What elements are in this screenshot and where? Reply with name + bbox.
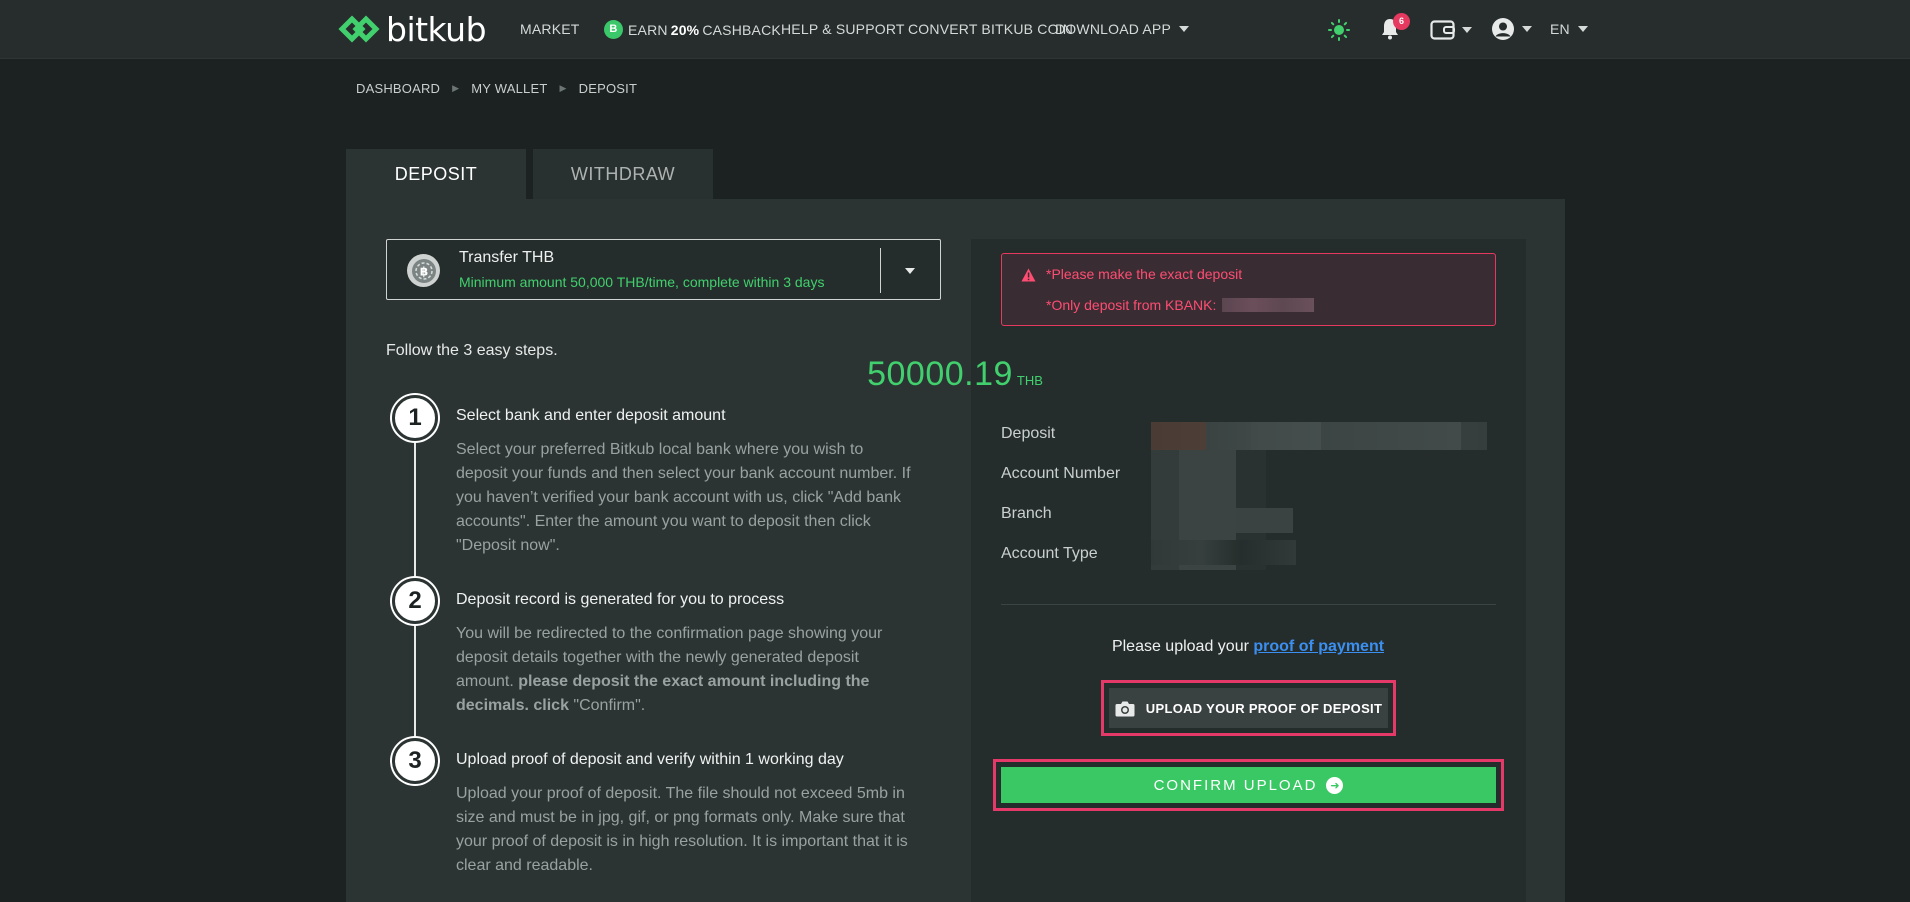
step-number-3: 3: [392, 738, 438, 784]
brand-name: bitkub: [386, 9, 487, 49]
earn-prefix: EARN: [628, 21, 668, 38]
language-selector[interactable]: EN: [1550, 21, 1588, 37]
breadcrumb-deposit: DEPOSIT: [578, 81, 638, 96]
language-label: EN: [1550, 21, 1570, 37]
arrow-right-circle-icon: ➜: [1326, 776, 1344, 794]
alert-kbank-text: *Only deposit from KBANK:: [1046, 297, 1217, 313]
bitkub-logo[interactable]: bitkub: [338, 9, 487, 49]
theme-toggle[interactable]: [1328, 19, 1350, 41]
upload-prompt: Please upload your proof of payment: [0, 638, 1910, 656]
tab-deposit[interactable]: DEPOSIT: [346, 149, 526, 199]
chevron-down-icon: [1577, 26, 1588, 32]
user-avatar-icon: [1492, 18, 1514, 40]
nav-convert-bitkub-coin[interactable]: CONVERT BITKUB COIN: [908, 21, 1073, 37]
branch-label: Branch: [1001, 505, 1052, 522]
account-number-label: Account Number: [1001, 465, 1121, 482]
top-navbar: bitkub MARKET B EARN 20% CASHBACK HELP &…: [0, 0, 1910, 59]
step-desc-1: Select your preferred Bitkub local bank …: [456, 441, 911, 554]
deposit-label: Deposit: [1001, 425, 1056, 442]
thb-coin-icon: ฿: [407, 254, 440, 287]
method-title: Transfer THB: [459, 249, 555, 266]
sun-icon: [1328, 19, 1350, 41]
upload-prompt-text: Please upload your: [1111, 638, 1249, 655]
deposit-warning-alert: *Please make the exact deposit *Only dep…: [1001, 253, 1496, 326]
tab-withdraw[interactable]: WITHDRAW: [533, 149, 713, 199]
wallet-icon: [1430, 20, 1455, 40]
step-title-2: Deposit record is generated for you to p…: [456, 591, 785, 608]
warning-icon: [1021, 268, 1036, 282]
deposit-amount: 50000.19 THB: [0, 355, 1910, 394]
earn-suffix: CASHBACK: [702, 21, 781, 38]
alert-line-kbank: *Only deposit from KBANK:: [1046, 297, 1315, 313]
chevron-down-icon: [1178, 26, 1189, 32]
confirm-highlight: CONFIRM UPLOAD ➜: [993, 759, 1504, 811]
deposit-method-select[interactable]: ฿ Transfer THB Minimum amount 50,000 THB…: [386, 239, 941, 300]
amount-unit: THB: [1016, 373, 1043, 388]
step-title-3: Upload proof of deposit and verify withi…: [456, 751, 844, 768]
nav-download-app[interactable]: DOWNLOAD APP: [1055, 21, 1189, 37]
nav-earn-cashback[interactable]: B EARN 20% CASHBACK: [604, 20, 781, 39]
alert-line-exact: *Please make the exact deposit: [1046, 266, 1243, 282]
redacted-deposit-value: [1151, 422, 1487, 450]
account-type-label: Account Type: [1001, 545, 1098, 562]
breadcrumb-dashboard[interactable]: DASHBOARD: [356, 81, 440, 96]
redacted-branch-value: [1236, 508, 1293, 533]
upload-button-label: UPLOAD YOUR PROOF OF DEPOSIT: [1145, 700, 1383, 716]
amount-value: 50000.19: [867, 355, 1013, 393]
step-desc-2: You will be redirected to the confirmati…: [456, 622, 916, 718]
upload-proof-button[interactable]: UPLOAD YOUR PROOF OF DEPOSIT: [1109, 688, 1388, 728]
step-number-2: 2: [392, 578, 438, 624]
step-number-1: 1: [392, 395, 438, 441]
select-divider: [880, 248, 881, 293]
bitkub-coin-icon: B: [604, 20, 623, 39]
svg-text:฿: ฿: [419, 264, 427, 278]
step-desc-2-post: "Confirm".: [568, 697, 646, 714]
step-desc-2-bold: please deposit the exact amount includin…: [456, 673, 870, 714]
chevron-down-icon: [1522, 26, 1532, 32]
account-menu[interactable]: [1491, 17, 1532, 41]
confirm-button-label: CONFIRM UPLOAD: [1153, 776, 1318, 794]
notification-count-badge: 6: [1393, 13, 1410, 30]
confirm-upload-button[interactable]: CONFIRM UPLOAD ➜: [1001, 767, 1496, 803]
step-desc-3: Upload your proof of deposit. The file s…: [456, 785, 908, 874]
nav-help-support[interactable]: HELP & SUPPORT: [781, 21, 905, 37]
proof-of-payment-link[interactable]: proof of payment: [1253, 638, 1384, 655]
chevron-right-icon: ▶: [559, 83, 567, 93]
redacted-account: [1222, 298, 1315, 312]
details-divider: [1001, 604, 1496, 605]
camera-icon: [1115, 701, 1135, 716]
chevron-right-icon: ▶: [452, 83, 460, 93]
notifications-button[interactable]: 6: [1381, 13, 1410, 40]
earn-percent: 20%: [670, 21, 700, 38]
breadcrumb-my-wallet[interactable]: MY WALLET: [471, 81, 547, 96]
step-title-1: Select bank and enter deposit amount: [456, 407, 726, 424]
chevron-down-icon: [1462, 27, 1472, 33]
chevron-down-icon[interactable]: [905, 268, 915, 274]
download-app-label: DOWNLOAD APP: [1055, 21, 1171, 37]
bitkub-logo-icon: [338, 15, 380, 43]
breadcrumb: DASHBOARD ▶ MY WALLET ▶ DEPOSIT: [356, 81, 637, 96]
redacted-account-type-value: [1151, 540, 1296, 565]
method-subtitle: Minimum amount 50,000 THB/time, complete…: [459, 274, 825, 290]
wallet-menu[interactable]: [1430, 19, 1472, 41]
nav-market[interactable]: MARKET: [520, 21, 580, 37]
upload-highlight: UPLOAD YOUR PROOF OF DEPOSIT: [1101, 680, 1396, 736]
